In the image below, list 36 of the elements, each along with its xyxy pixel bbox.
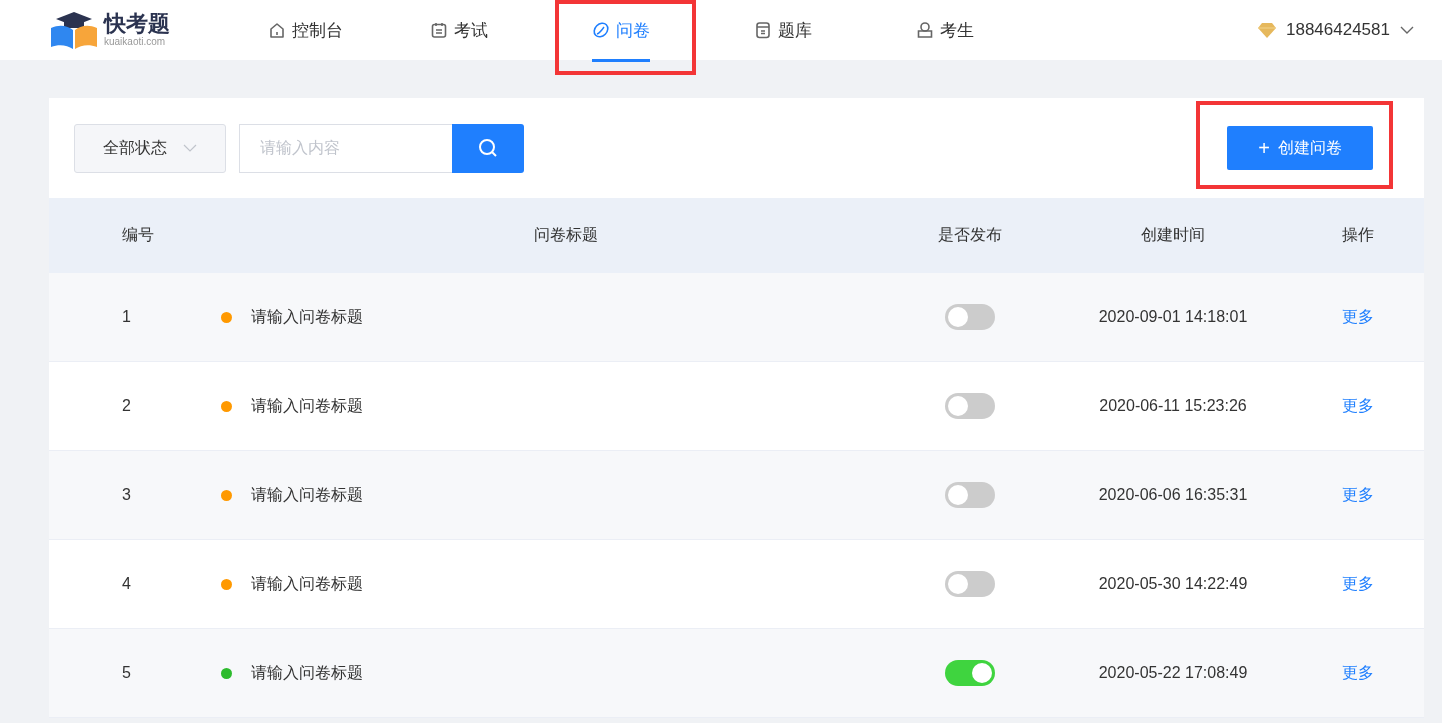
more-link[interactable]: 更多 xyxy=(1341,306,1374,328)
survey-title: 请输入问卷标题 xyxy=(251,573,363,594)
nav-tab[interactable]: 问卷 xyxy=(592,0,650,62)
survey-title: 请输入问卷标题 xyxy=(251,395,363,416)
created-time: 2020-09-01 14:18:01 xyxy=(1098,308,1248,326)
column-header: 操作 xyxy=(1341,225,1374,245)
survey-title: 请输入问卷标题 xyxy=(251,662,363,683)
brand-url: kuaikaoti.com xyxy=(104,36,167,48)
nav-tab[interactable]: 考生 xyxy=(916,0,974,60)
user-phone[interactable]: 18846424581 xyxy=(1286,20,1390,40)
column-header: 编号 xyxy=(122,225,154,245)
row-number: 1 xyxy=(122,308,131,326)
row-number: 2 xyxy=(122,397,131,415)
row-number: 3 xyxy=(122,486,131,504)
more-link[interactable]: 更多 xyxy=(1341,395,1374,417)
nav-tab[interactable]: 控制台 xyxy=(268,0,343,60)
nav-tab[interactable]: 题库 xyxy=(754,0,812,60)
created-time: 2020-06-06 16:35:31 xyxy=(1098,486,1248,504)
column-header: 创建时间 xyxy=(1141,225,1205,245)
created-time: 2020-05-22 17:08:49 xyxy=(1098,664,1248,682)
survey-title: 请输入问卷标题 xyxy=(251,306,363,327)
status-dropdown[interactable]: 全部状态 xyxy=(74,123,226,173)
nav-tab[interactable]: 考试 xyxy=(430,0,488,60)
create-button[interactable]: + 创建问卷 xyxy=(1227,126,1373,170)
more-link[interactable]: 更多 xyxy=(1341,484,1374,506)
brand-name: 快考题 xyxy=(104,12,170,36)
row-number: 4 xyxy=(122,575,131,593)
created-time: 2020-06-11 15:23:26 xyxy=(1099,397,1247,415)
column-header: 问卷标题 xyxy=(534,225,598,245)
more-link[interactable]: 更多 xyxy=(1341,662,1374,684)
created-time: 2020-05-30 14:22:49 xyxy=(1098,575,1248,593)
search-field[interactable]: 请输入内容 xyxy=(239,123,452,173)
row-number: 5 xyxy=(122,664,131,682)
column-header: 是否发布 xyxy=(938,225,1002,245)
survey-title: 请输入问卷标题 xyxy=(251,484,363,505)
more-link[interactable]: 更多 xyxy=(1341,573,1374,595)
